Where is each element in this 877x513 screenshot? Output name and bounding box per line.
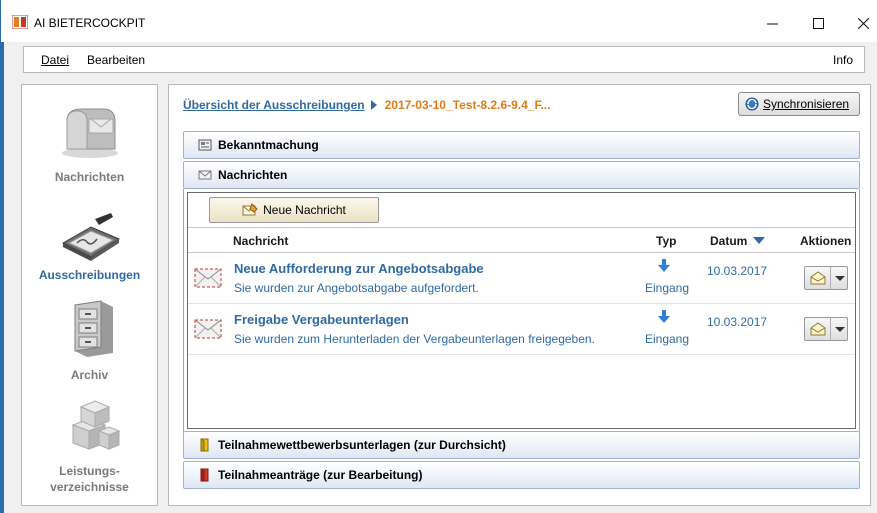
message-action-button[interactable] [804,266,848,290]
table-row[interactable]: Neue Aufforderung zur Angebotsabgabe Sie… [188,254,855,304]
chevron-down-icon[interactable] [830,267,848,289]
sort-descending-icon [753,237,766,244]
incoming-arrow-icon [658,259,670,272]
new-message-button[interactable]: Neue Nachricht [209,197,379,223]
nav-label-archiv: Archiv [70,368,109,382]
nav-label-line1: Leistungs- [59,464,120,478]
column-header-date-label: Datum [710,234,748,248]
breadcrumb-separator-icon [370,100,377,110]
menu-bearbeiten[interactable]: Bearbeiten [87,53,145,67]
open-message-icon [810,322,826,336]
section-teilnahmeantraege-label: Teilnahmeanträge (zur Bearbeitung) [218,468,423,482]
section-teilnahmeantraege[interactable]: Teilnahmeanträge (zur Bearbeitung) [183,461,860,489]
red-folder-icon [200,468,209,482]
breadcrumb: Übersicht der Ausschreibungen 2017-03-10_… [183,98,550,112]
title-bar: AI BIETERCOCKPIT [1,0,877,42]
menu-datei-label: Datei [41,53,70,67]
breadcrumb-current: 2017-03-10_Test-8.2.6-9.4_F... [384,98,551,112]
app-window: AI BIETERCOCKPIT Datei Bearbeiten Info N… [0,0,877,513]
message-action-button[interactable] [804,317,848,341]
boxes-icon [71,400,121,450]
column-header-message[interactable]: Nachricht [233,234,288,248]
envelope-icon [198,170,212,180]
chevron-down-icon[interactable] [830,318,848,340]
signature-pad-icon [61,213,121,261]
column-header-actions: Aktionen [800,234,852,248]
messages-list: Neue Nachricht Nachricht Typ Datum Aktio… [187,192,856,429]
message-type: Eingang [644,281,690,295]
message-date: 10.03.2017 [707,315,768,329]
nav-item-nachrichten[interactable]: Nachrichten [22,99,157,189]
maximize-icon [812,17,824,29]
message-subject[interactable]: Freigabe Vergabeunterlagen [234,312,409,327]
message-date: 10.03.2017 [707,264,768,278]
menu-datei[interactable]: Datei [41,53,69,67]
filing-cabinet-icon [74,300,113,357]
breadcrumb-link[interactable]: Übersicht der Ausschreibungen [183,98,365,112]
left-navigation: Nachrichten Ausschreibungen Archiv Leist… [21,84,158,506]
envelope-icon [194,319,222,339]
section-teilnahmewettbewerb-label: Teilnahmewettbewerbsunterlagen (zur Durc… [218,438,506,452]
table-header: Nachricht Typ Datum Aktionen [188,227,855,253]
column-header-date[interactable]: Datum [710,234,766,248]
sync-button[interactable]: Synchronisieren [738,92,860,116]
sync-button-label: Synchronisieren [763,97,850,111]
section-nachrichten-label: Nachrichten [218,168,288,182]
new-message-icon [242,203,258,216]
messages-panel: Neue Nachricht Nachricht Typ Datum Aktio… [183,189,860,433]
window-title: AI BIETERCOCKPIT [34,16,146,30]
message-type: Eingang [644,332,690,346]
new-message-label: Neue Nachricht [263,203,346,217]
nav-label-leistungsverzeichnisse: Leistungs- verzeichnisse [22,463,157,495]
nav-item-ausschreibungen[interactable]: Ausschreibungen [22,203,157,285]
message-preview: Sie wurden zur Angebotsabgabe aufgeforde… [234,281,479,295]
menu-info[interactable]: Info [833,53,853,67]
nav-item-leistungsverzeichnisse[interactable]: Leistungs- verzeichnisse [22,397,157,503]
section-teilnahmewettbewerb[interactable]: Teilnahmewettbewerbsunterlagen (zur Durc… [183,431,860,459]
maximize-button[interactable] [796,8,840,38]
message-preview: Sie wurden zum Herunterladen der Vergabe… [234,332,595,346]
section-bekanntmachung-label: Bekanntmachung [218,138,319,152]
section-nachrichten[interactable]: Nachrichten [183,161,860,189]
nav-label-line2: verzeichnisse [50,480,129,494]
menu-bar: Datei Bearbeiten Info [23,46,865,73]
newspaper-icon [198,139,212,151]
app-icon [12,15,28,29]
minimize-button[interactable] [750,8,794,38]
close-button[interactable] [841,8,877,38]
table-row[interactable]: Freigabe Vergabeunterlagen Sie wurden zu… [188,305,855,355]
main-panel: Übersicht der Ausschreibungen 2017-03-10_… [168,84,871,506]
nav-label-nachrichten: Nachrichten [54,170,125,184]
yellow-folder-icon [200,438,209,452]
envelope-icon [194,268,222,288]
incoming-arrow-icon [658,310,670,323]
nav-item-archiv[interactable]: Archiv [22,297,157,387]
open-message-icon [810,271,826,285]
section-bekanntmachung[interactable]: Bekanntmachung [183,131,860,159]
nav-label-ausschreibungen: Ausschreibungen [38,268,141,282]
mailbox-icon [62,108,118,158]
minimize-icon [766,23,778,24]
message-subject[interactable]: Neue Aufforderung zur Angebotsabgabe [234,261,484,276]
column-header-type[interactable]: Typ [656,234,676,248]
window-edge [1,0,4,513]
sync-icon [745,97,759,111]
close-icon [857,17,869,29]
